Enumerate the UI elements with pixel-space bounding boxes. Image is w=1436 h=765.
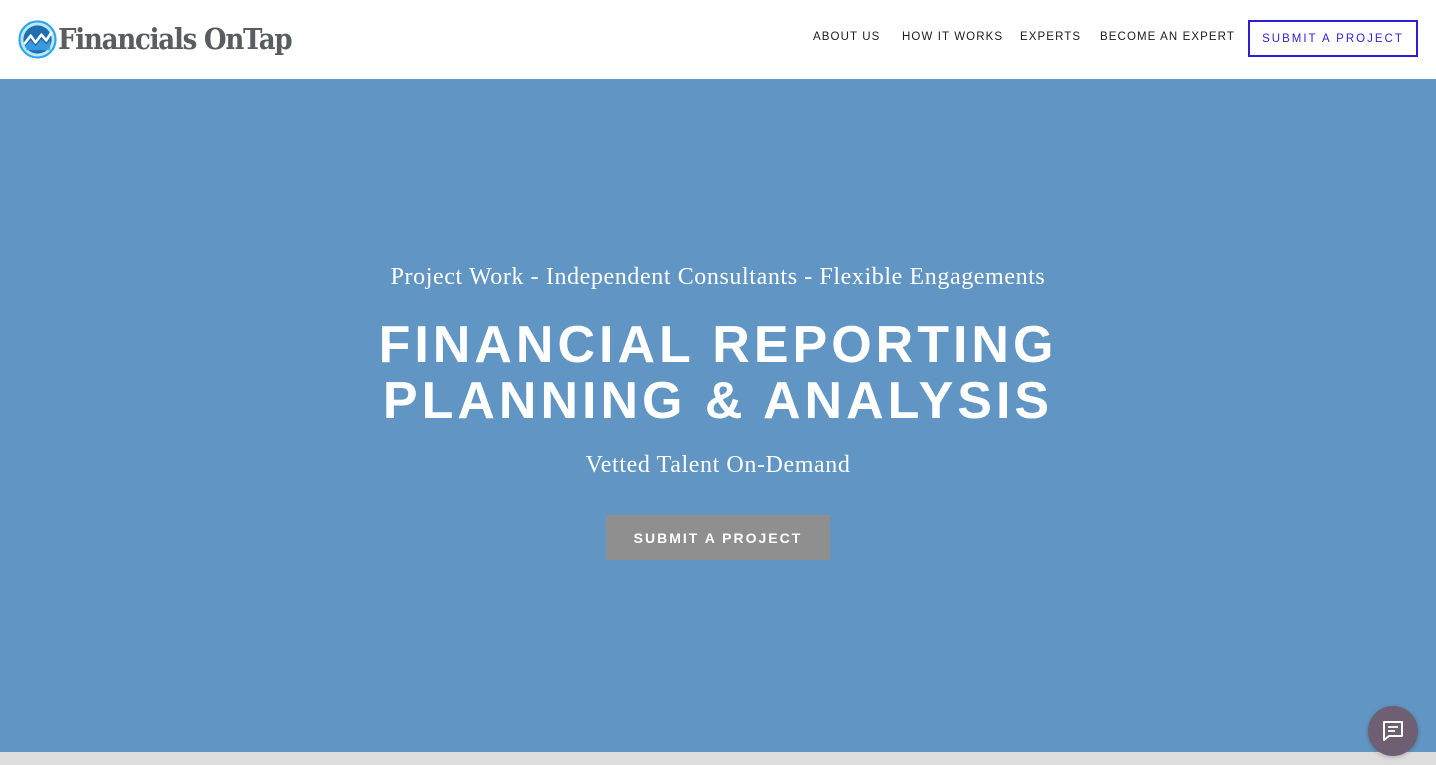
chat-icon [1383, 721, 1403, 741]
hero-submit-project-button[interactable]: SUBMIT A PROJECT [606, 515, 830, 560]
nav-how-it-works[interactable]: HOW IT WORKS [902, 31, 1003, 43]
hero-section: Project Work - Independent Consultants -… [0, 79, 1436, 752]
nav-experts[interactable]: EXPERTS [1020, 31, 1081, 43]
nav-become-an-expert[interactable]: BECOME AN EXPERT [1100, 31, 1235, 43]
site-logo[interactable]: Financials OnTap [18, 18, 317, 60]
hero-title-line-1: FINANCIAL REPORTING [378, 316, 1058, 374]
site-header: Financials OnTap ABOUT US HOW IT WORKS E… [0, 0, 1436, 79]
hero-kicker: Project Work - Independent Consultants -… [390, 264, 1046, 290]
logo-wordmark: Financials OnTap [58, 21, 293, 56]
header-submit-project-button[interactable]: SUBMIT A PROJECT [1248, 20, 1418, 57]
next-section-edge [0, 752, 1436, 765]
hero-title-line-2: PLANNING & ANALYSIS [382, 372, 1054, 430]
chat-widget-button[interactable] [1368, 706, 1418, 756]
chart-logo-icon [18, 19, 57, 59]
nav-about-us[interactable]: ABOUT US [813, 31, 880, 43]
hero-subtitle: Vetted Talent On-Demand [585, 452, 851, 478]
hero-title: FINANCIAL REPORTING PLANNING & ANALYSIS [0, 317, 1436, 429]
